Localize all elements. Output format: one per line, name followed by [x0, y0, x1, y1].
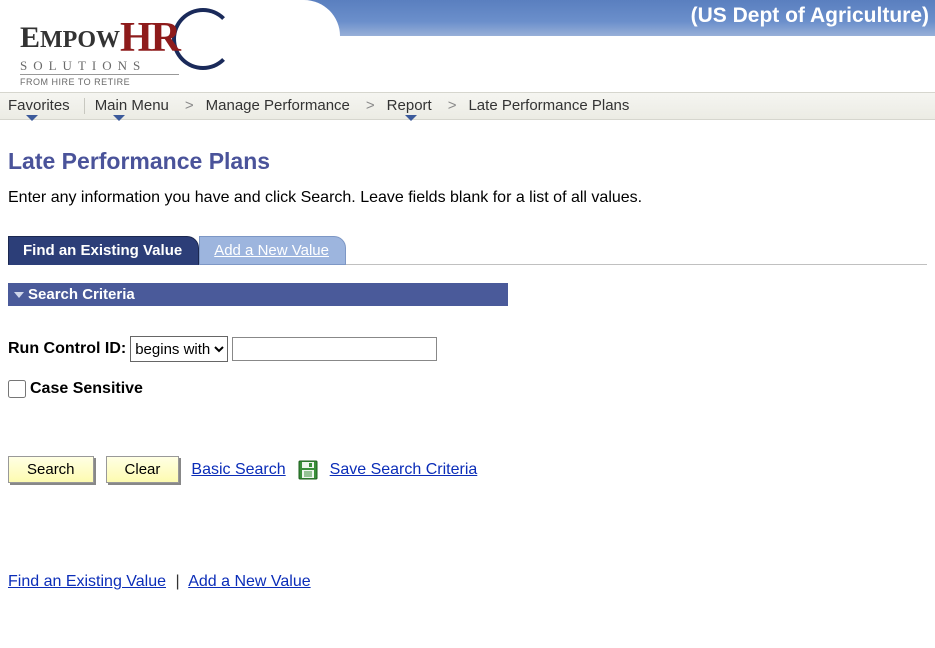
- basic-search-link[interactable]: Basic Search: [191, 461, 285, 479]
- breadcrumb-sep: >: [181, 97, 198, 114]
- logo-ring-icon: [172, 8, 234, 70]
- tab-find-existing[interactable]: Find an Existing Value: [8, 236, 199, 265]
- logo-letter: E: [20, 21, 40, 54]
- breadcrumb-sep: >: [362, 97, 379, 114]
- crumb-label: Manage Performance: [206, 97, 350, 114]
- footer-tab-links: Find an Existing Value | Add a New Value: [8, 573, 927, 591]
- nav-main-menu[interactable]: Main Menu: [93, 96, 175, 115]
- clear-button[interactable]: Clear: [106, 456, 180, 483]
- page-title: Late Performance Plans: [8, 148, 927, 175]
- crumb-late-performance-plans[interactable]: Late Performance Plans: [466, 96, 635, 115]
- crumb-label: Late Performance Plans: [468, 97, 629, 114]
- search-criteria-body: Run Control ID: begins with Case Sensiti…: [8, 336, 927, 398]
- nav-main-menu-label: Main Menu: [95, 97, 169, 114]
- logo-wordmark: EMPOWHR: [20, 14, 179, 62]
- collapse-triangle-icon: [14, 292, 24, 298]
- page-instructions: Enter any information you have and click…: [8, 189, 927, 207]
- save-disk-icon: [298, 460, 318, 480]
- search-criteria-header[interactable]: Search Criteria: [8, 283, 508, 306]
- run-control-id-input[interactable]: [232, 337, 437, 361]
- case-sensitive-row: Case Sensitive: [8, 380, 927, 398]
- logo-tagline: FROM HIRE TO RETIRE: [20, 74, 179, 87]
- nav-favorites-label: Favorites: [8, 97, 70, 114]
- tab-label: Add a New Value: [214, 242, 329, 259]
- search-button[interactable]: Search: [8, 456, 94, 483]
- breadcrumb-sep: >: [444, 97, 461, 114]
- tab-add-new[interactable]: Add a New Value: [199, 236, 346, 265]
- breadcrumb-bar: Favorites Main Menu > Manage Performance…: [0, 92, 935, 120]
- run-control-label: Run Control ID:: [8, 340, 126, 358]
- page-content: Late Performance Plans Enter any informa…: [0, 120, 935, 611]
- tab-label: Find an Existing Value: [23, 242, 182, 259]
- chevron-down-icon: [113, 115, 125, 121]
- action-row: Search Clear Basic Search Save Search Cr…: [8, 456, 927, 483]
- crumb-label: Report: [387, 97, 432, 114]
- run-control-operator-select[interactable]: begins with: [130, 336, 228, 362]
- footer-add-new-link[interactable]: Add a New Value: [188, 573, 310, 590]
- logo-subtitle: SOLUTIONS: [20, 58, 179, 74]
- banner-org-text: (US Dept of Agriculture): [691, 4, 929, 28]
- footer-sep: |: [175, 573, 179, 590]
- nav-divider: [84, 98, 85, 114]
- run-control-row: Run Control ID: begins with: [8, 336, 927, 362]
- tab-strip: Find an Existing Value Add a New Value: [8, 235, 927, 265]
- empowhr-logo: EMPOWHR SOLUTIONS FROM HIRE TO RETIRE: [20, 0, 179, 77]
- save-search-criteria-link[interactable]: Save Search Criteria: [330, 461, 478, 479]
- crumb-manage-performance[interactable]: Manage Performance: [204, 96, 356, 115]
- case-sensitive-checkbox[interactable]: [8, 380, 26, 398]
- logo-hr: HR: [120, 15, 179, 61]
- chevron-down-icon: [405, 115, 417, 121]
- footer-find-existing-link[interactable]: Find an Existing Value: [8, 573, 166, 590]
- crumb-report[interactable]: Report: [385, 96, 438, 115]
- case-sensitive-label: Case Sensitive: [30, 380, 143, 398]
- app-header: (US Dept of Agriculture) EMPOWHR SOLUTIO…: [0, 0, 935, 92]
- logo-word: MPOW: [40, 27, 120, 53]
- section-title: Search Criteria: [28, 286, 135, 303]
- chevron-down-icon: [26, 115, 38, 121]
- nav-favorites[interactable]: Favorites: [6, 96, 76, 115]
